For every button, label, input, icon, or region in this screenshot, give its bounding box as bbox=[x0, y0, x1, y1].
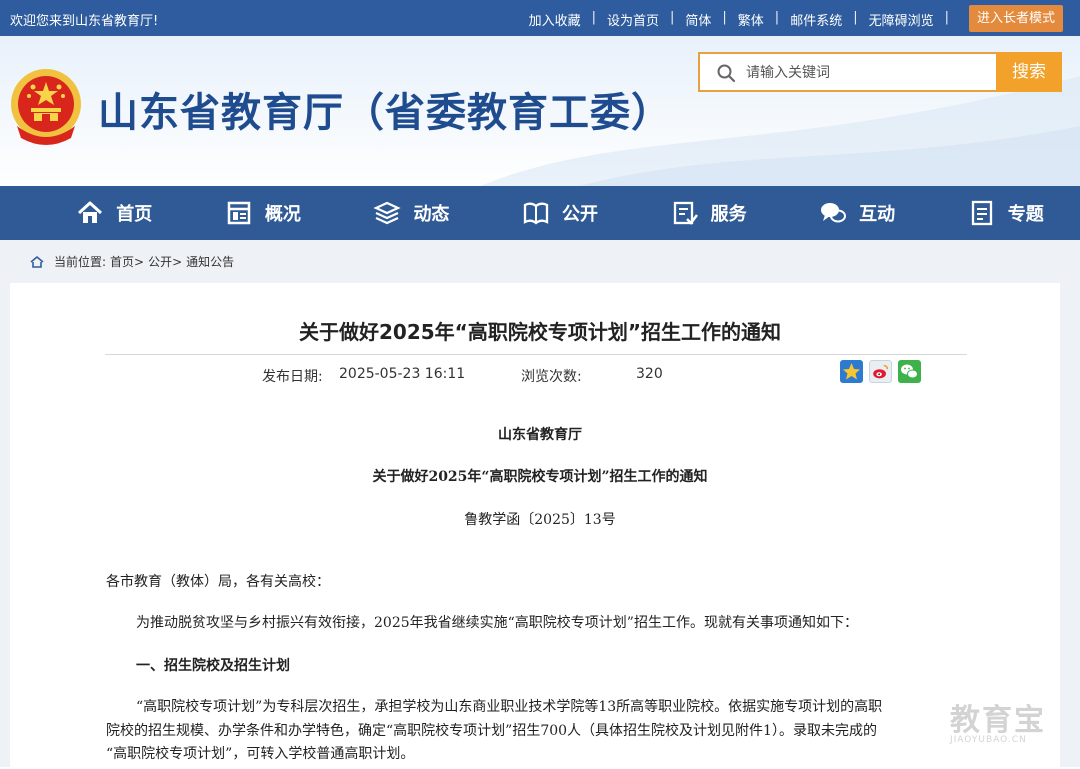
welcome-text: 欢迎您来到山东省教育厅! bbox=[10, 14, 159, 29]
nav-item-home[interactable]: 首页 bbox=[40, 186, 189, 240]
watermark-text: 教育宝 bbox=[950, 703, 1046, 738]
nav-label: 服务 bbox=[710, 204, 747, 225]
document-title: 关于做好2025年“高职院校专项计划”招生工作的通知 bbox=[372, 469, 708, 485]
main-nav: 首页 概况 动态 公开 服务 互动 专题 bbox=[0, 186, 1080, 240]
nav-label: 公开 bbox=[562, 204, 599, 225]
book-icon bbox=[523, 202, 549, 225]
mail-system-link[interactable]: 邮件系统 bbox=[790, 10, 842, 29]
publish-date: 2025-05-23 16:11 bbox=[339, 366, 466, 382]
national-emblem-icon bbox=[11, 69, 81, 145]
weibo-icon[interactable] bbox=[869, 360, 892, 383]
views-count: 320 bbox=[636, 366, 663, 382]
top-links: 加入收藏 | 设为首页 | 简体 | 繁体 | 邮件系统 | 无障碍浏览 | bbox=[528, 10, 949, 29]
paragraph-line: “高职院校专项计划”为专科层次招生，承担学校为山东商业职业技术学院等13所高等职… bbox=[136, 699, 883, 715]
nav-item-open[interactable]: 公开 bbox=[486, 186, 635, 240]
top-bar: 欢迎您来到山东省教育厅! 加入收藏 | 设为首页 | 简体 | 繁体 | 邮件系统 | 无… bbox=[0, 0, 1080, 36]
breadcrumb-prefix: 当前位置: bbox=[54, 255, 107, 269]
traditional-link[interactable]: 繁体 bbox=[738, 10, 764, 29]
watermark: 教育宝 JIAOYUBAO.CN bbox=[950, 695, 1046, 745]
add-favorite-link[interactable]: 加入收藏 bbox=[529, 10, 581, 29]
search-input[interactable] bbox=[746, 61, 986, 85]
elder-mode-button[interactable]: 进入长者模式 bbox=[969, 5, 1063, 32]
section-heading: 一、招生院校及招生计划 bbox=[136, 658, 290, 674]
breadcrumb-home[interactable]: 首页> bbox=[110, 253, 144, 270]
topic-icon bbox=[971, 200, 992, 226]
accessibility-link[interactable]: 无障碍浏览 bbox=[869, 10, 934, 29]
nav-item-topic[interactable]: 专题 bbox=[931, 186, 1080, 240]
nav-label: 专题 bbox=[1007, 204, 1044, 225]
article-title: 关于做好2025年“高职院校专项计划”招生工作的通知 bbox=[299, 320, 781, 344]
home-small-icon bbox=[30, 255, 44, 268]
qzone-icon[interactable] bbox=[840, 360, 863, 383]
set-homepage-link[interactable]: 设为首页 bbox=[607, 10, 659, 29]
home-icon bbox=[78, 201, 103, 223]
paragraph-line: 院校的招生规模、办学条件和办学特色，确定“高职院校专项计划”招生700人（具体招… bbox=[106, 723, 877, 739]
simplified-link[interactable]: 简体 bbox=[685, 10, 711, 29]
site-title: 山东省教育厅（省委教育工委） bbox=[98, 90, 672, 136]
intro-paragraph: 为推动脱贫攻坚与乡村振兴有效衔接，2025年我省继续实施“高职院校专项计划”招生… bbox=[136, 615, 858, 631]
breadcrumb: 当前位置: 首页> 公开> 通知公告 bbox=[30, 253, 234, 270]
nav-label: 互动 bbox=[859, 204, 896, 225]
nav-label: 动态 bbox=[413, 204, 450, 225]
document-issuer: 山东省教育厅 bbox=[498, 427, 582, 443]
breadcrumb-open[interactable]: 公开> bbox=[148, 253, 182, 270]
nav-item-service[interactable]: 服务 bbox=[634, 186, 783, 240]
nav-label: 概况 bbox=[264, 204, 301, 225]
title-divider bbox=[105, 354, 967, 355]
wechat-icon[interactable] bbox=[898, 360, 921, 383]
paragraph-line: “高职院校专项计划”，可转入学校普通高职计划。 bbox=[106, 746, 415, 762]
search-button[interactable]: 搜索 bbox=[996, 52, 1062, 92]
search-box bbox=[698, 52, 996, 92]
date-label: 发布日期: bbox=[262, 369, 323, 385]
salutation: 各市教育（教体）局，各有关高校： bbox=[106, 574, 330, 590]
nav-label: 首页 bbox=[116, 204, 153, 225]
news-icon bbox=[373, 201, 402, 225]
breadcrumb-notice[interactable]: 通知公告 bbox=[186, 253, 234, 270]
search-icon bbox=[717, 64, 736, 83]
overview-icon bbox=[227, 201, 251, 225]
views-label: 浏览次数: bbox=[521, 369, 582, 385]
chat-icon bbox=[821, 203, 847, 223]
document-number: 鲁教学函〔2025〕13号 bbox=[464, 512, 616, 528]
nav-item-news[interactable]: 动态 bbox=[337, 186, 486, 240]
nav-item-interact[interactable]: 互动 bbox=[783, 186, 932, 240]
service-icon bbox=[673, 201, 698, 225]
nav-item-overview[interactable]: 概况 bbox=[189, 186, 338, 240]
